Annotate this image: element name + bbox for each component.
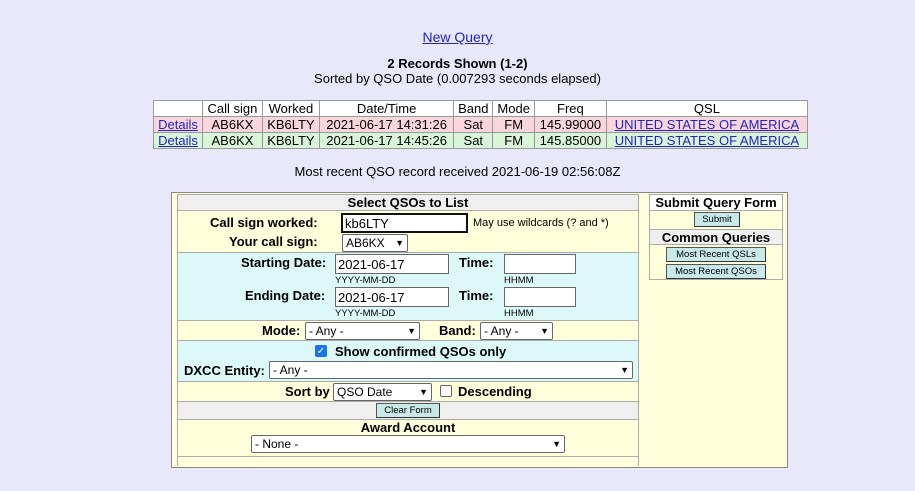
chevron-down-icon: ▼	[552, 439, 561, 449]
your-call-value: AB6KX	[346, 236, 385, 250]
new-query-link-wrap: New Query	[0, 29, 915, 45]
award-value: - None -	[255, 437, 299, 451]
chevron-down-icon: ▼	[620, 365, 629, 375]
mode-band-section: Mode: - Any - ▼ Band: - Any - ▼	[178, 320, 638, 340]
end-date-input[interactable]	[335, 287, 449, 307]
sort-select[interactable]: QSO Date ▼	[333, 383, 432, 401]
award-footer	[178, 456, 638, 467]
confirmed-dxcc-section: ✓ Show confirmed QSOs only DXCC Entity: …	[178, 340, 638, 381]
select-qsos-panel: Select QSOs to List Call sign worked: Ma…	[177, 194, 639, 467]
confirmed-label: Show confirmed QSOs only	[335, 344, 507, 359]
col-header-freq: Freq	[533, 100, 607, 117]
call-cell: AB6KX	[202, 116, 263, 133]
freq-cell: 145.85000	[533, 132, 607, 149]
side-panel: Submit Query Form Submit Common Queries …	[649, 194, 783, 280]
records-shown: 2 Records Shown (1-2)	[387, 56, 528, 71]
mode-cell: FM	[492, 132, 535, 149]
details-link[interactable]: Details	[158, 117, 198, 132]
qsl-cell: UNITED STATES OF AMERICA	[605, 116, 809, 133]
col-header-mode: Mode	[492, 100, 535, 117]
chevron-down-icon: ▼	[540, 326, 549, 336]
clear-section: Clear Form	[178, 401, 638, 419]
band-cell: Sat	[453, 132, 494, 149]
submit-button[interactable]: Submit	[694, 212, 740, 227]
worked-cell: KB6LTY	[261, 116, 321, 133]
select-qsos-title: Select QSOs to List	[178, 195, 638, 211]
col-header-blank	[152, 100, 204, 117]
end-time-input[interactable]	[504, 287, 576, 307]
start-date-label: Starting Date:	[241, 255, 327, 270]
qsl-link[interactable]: UNITED STATES OF AMERICA	[615, 133, 799, 148]
band-select[interactable]: - Any - ▼	[480, 322, 553, 340]
table-row: Details AB6KX KB6LTY 2021-06-17 14:45:26…	[152, 132, 809, 149]
date-section: Starting Date: YYYY-MM-DD Time: HHMM End…	[178, 252, 638, 320]
datetime-cell: 2021-06-17 14:31:26	[319, 116, 455, 133]
col-header-qsl: QSL	[605, 100, 809, 117]
clear-form-button[interactable]: Clear Form	[376, 403, 440, 418]
qsl-link[interactable]: UNITED STATES OF AMERICA	[615, 117, 799, 132]
col-header-call-sign: Call sign	[202, 100, 263, 117]
award-section: Award Account - None - ▼	[178, 419, 638, 467]
start-time-label: Time:	[459, 255, 494, 270]
band-cell: Sat	[453, 116, 494, 133]
descending-label: Descending	[458, 384, 532, 399]
end-date-label: Ending Date:	[245, 288, 326, 303]
table-header-row: Call sign Worked Date/Time Band Mode Fre…	[152, 100, 809, 117]
call-worked-label: Call sign worked:	[210, 215, 318, 230]
new-query-link[interactable]: New Query	[422, 29, 492, 45]
query-form: Select QSOs to List Call sign worked: Ma…	[171, 192, 788, 468]
start-time-format: HHMM	[504, 275, 534, 286]
freq-cell: 145.99000	[533, 116, 607, 133]
end-time-label: Time:	[459, 288, 494, 303]
details-cell: Details	[152, 116, 204, 133]
wildcard-hint: May use wildcards (? and *)	[473, 217, 609, 229]
recent-qso-text: Most recent QSO record received 2021-06-…	[294, 164, 621, 179]
most-recent-qsos-button[interactable]: Most Recent QSOs	[666, 264, 766, 279]
sort-label: Sort by	[285, 384, 330, 399]
qsl-cell: UNITED STATES OF AMERICA	[605, 132, 809, 149]
dxcc-label: DXCC Entity:	[184, 363, 265, 378]
your-call-label: Your call sign:	[229, 234, 318, 249]
chevron-down-icon: ▼	[395, 238, 404, 248]
sort-section: Sort by QSO Date ▼ Descending	[178, 381, 638, 401]
col-header-datetime: Date/Time	[319, 100, 455, 117]
submit-title: Submit Query Form	[650, 195, 782, 211]
chevron-down-icon: ▼	[407, 326, 416, 336]
mode-label: Mode:	[262, 323, 301, 338]
band-label: Band:	[439, 323, 476, 338]
details-cell: Details	[152, 132, 204, 149]
chevron-down-icon: ▼	[419, 387, 428, 397]
table-row: Details AB6KX KB6LTY 2021-06-17 14:31:26…	[152, 116, 809, 133]
results-table: Call sign Worked Date/Time Band Mode Fre…	[152, 100, 809, 149]
mode-select[interactable]: - Any - ▼	[305, 322, 420, 340]
details-link[interactable]: Details	[158, 133, 198, 148]
descending-checkbox[interactable]	[440, 385, 452, 397]
dxcc-value: - Any -	[273, 363, 308, 377]
dxcc-select[interactable]: - Any - ▼	[269, 361, 633, 379]
call-worked-input[interactable]	[341, 213, 468, 233]
end-time-format: HHMM	[504, 308, 534, 319]
start-date-format: YYYY-MM-DD	[335, 275, 396, 286]
start-time-input[interactable]	[504, 254, 576, 274]
col-header-worked: Worked	[261, 100, 321, 117]
band-value: - Any -	[484, 324, 519, 338]
end-date-format: YYYY-MM-DD	[335, 308, 396, 319]
mode-cell: FM	[492, 116, 535, 133]
worked-cell: KB6LTY	[261, 132, 321, 149]
confirmed-checkbox[interactable]: ✓	[315, 345, 327, 357]
common-queries-title: Common Queries	[650, 229, 782, 245]
sorted-by-text: Sorted by QSO Date (0.007293 seconds ela…	[314, 71, 601, 86]
award-title: Award Account	[360, 420, 456, 435]
your-call-select[interactable]: AB6KX ▼	[342, 234, 408, 252]
most-recent-qsls-button[interactable]: Most Recent QSLs	[666, 247, 766, 262]
call-cell: AB6KX	[202, 132, 263, 149]
start-date-input[interactable]	[335, 254, 449, 274]
sort-value: QSO Date	[337, 385, 393, 399]
callsign-section: Call sign worked: May use wildcards (? a…	[178, 211, 638, 252]
award-select[interactable]: - None - ▼	[251, 435, 565, 453]
datetime-cell: 2021-06-17 14:45:26	[319, 132, 455, 149]
mode-value: - Any -	[309, 324, 344, 338]
col-header-band: Band	[453, 100, 494, 117]
